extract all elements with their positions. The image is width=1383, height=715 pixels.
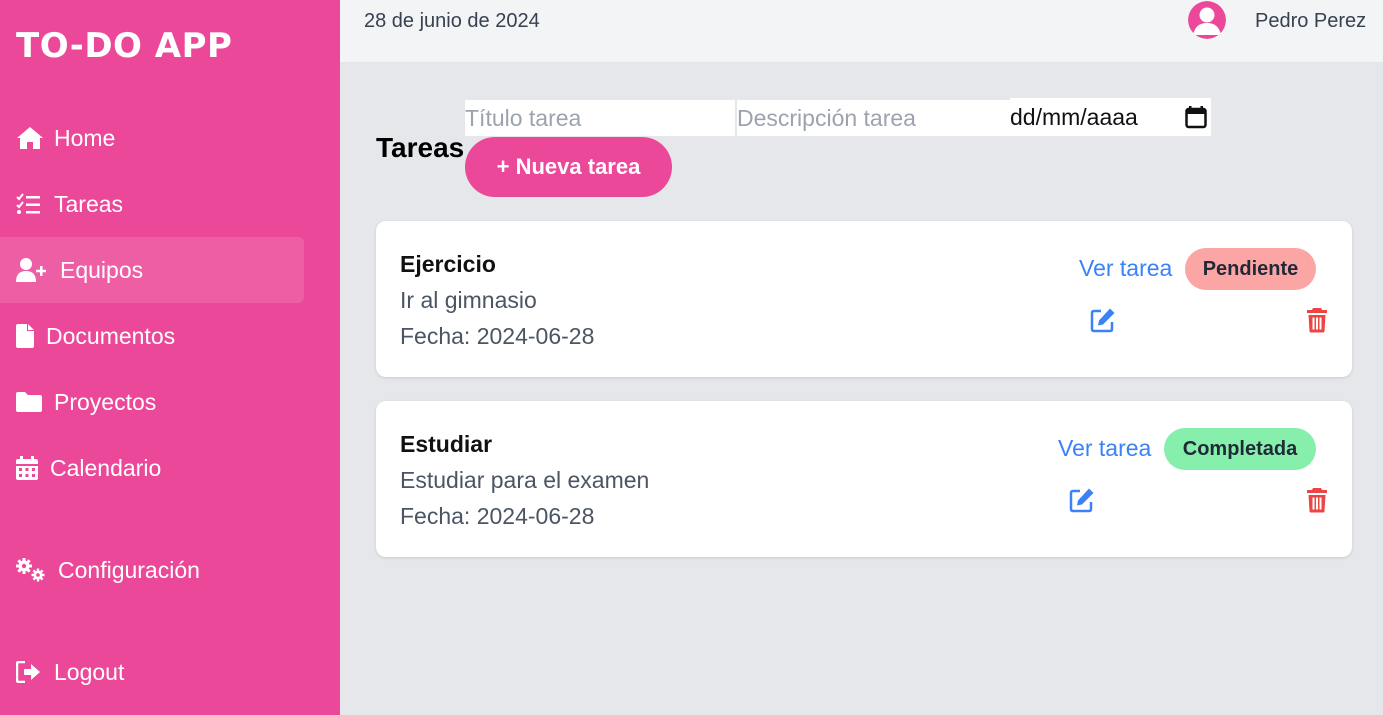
user-name: Pedro Perez: [1255, 10, 1367, 32]
sidebar-item-label: Home: [54, 124, 116, 151]
task-date: Fecha: 2024-06-28: [400, 503, 595, 529]
sidebar-item-equipos[interactable]: Equipos: [0, 237, 304, 303]
status-badge: Completada: [1164, 428, 1316, 470]
sidebar-item-logout[interactable]: Logout: [0, 639, 304, 705]
gears-icon: [16, 557, 50, 583]
task-title: Ejercicio: [400, 251, 496, 277]
delete-icon[interactable]: [1306, 487, 1328, 518]
topbar: 28 de junio de 2024 Pedro Perez: [340, 0, 1383, 62]
sidebar-item-label: Proyectos: [54, 388, 157, 415]
task-date-input[interactable]: dd/mm/aaaa: [1010, 98, 1211, 136]
edit-icon[interactable]: [1069, 487, 1095, 518]
current-date: 28 de junio de 2024: [364, 10, 540, 32]
file-icon: [16, 323, 38, 349]
page-title: Tareas: [376, 132, 465, 163]
task-date: Fecha: 2024-06-28: [400, 323, 595, 349]
task-description: Ir al gimnasio: [400, 287, 537, 313]
user-avatar-icon: [1188, 1, 1226, 39]
status-badge: Pendiente: [1185, 248, 1316, 290]
logout-icon: [16, 659, 46, 685]
avatar[interactable]: [1188, 1, 1226, 39]
list-check-icon: [16, 191, 46, 217]
home-icon: [16, 125, 46, 151]
sidebar-item-documentos[interactable]: Documentos: [0, 303, 304, 369]
new-task-button[interactable]: + Nueva tarea: [465, 137, 672, 197]
user-plus-icon: [16, 257, 52, 283]
sidebar-item-home[interactable]: Home: [0, 105, 304, 171]
task-card: Estudiar Estudiar para el examen Fecha: …: [376, 401, 1352, 557]
task-description: Estudiar para el examen: [400, 467, 650, 493]
task-title: Estudiar: [400, 431, 493, 457]
app-logo: TO-DO APP: [16, 26, 233, 66]
sidebar-item-label: Logout: [54, 658, 125, 685]
sidebar-item-configuracion[interactable]: Configuración: [0, 537, 304, 603]
sidebar-item-label: Configuración: [58, 556, 200, 583]
delete-icon[interactable]: [1306, 307, 1328, 338]
view-task-link[interactable]: Ver tarea: [1058, 435, 1151, 462]
folder-icon: [16, 389, 46, 415]
date-placeholder: dd/mm/aaaa: [1010, 103, 1138, 130]
sidebar-item-label: Tareas: [54, 190, 124, 217]
sidebar-item-label: Calendario: [50, 454, 162, 481]
edit-icon[interactable]: [1090, 307, 1116, 338]
sidebar-item-calendario[interactable]: Calendario: [0, 435, 304, 501]
view-task-link[interactable]: Ver tarea: [1079, 255, 1172, 282]
calendar-picker-icon[interactable]: [1185, 105, 1207, 135]
sidebar-item-label: Documentos: [46, 322, 176, 349]
task-title-input[interactable]: [465, 100, 735, 136]
calendar-icon: [16, 455, 42, 481]
task-card: Ejercicio Ir al gimnasio Fecha: 2024-06-…: [376, 221, 1352, 377]
sidebar-item-label: Equipos: [60, 256, 144, 283]
task-description-input[interactable]: [737, 100, 1010, 136]
sidebar-item-tareas[interactable]: Tareas: [0, 171, 304, 237]
sidebar: TO-DO APP Home Tareas Equipos Documentos…: [0, 0, 340, 715]
sidebar-item-proyectos[interactable]: Proyectos: [0, 369, 304, 435]
